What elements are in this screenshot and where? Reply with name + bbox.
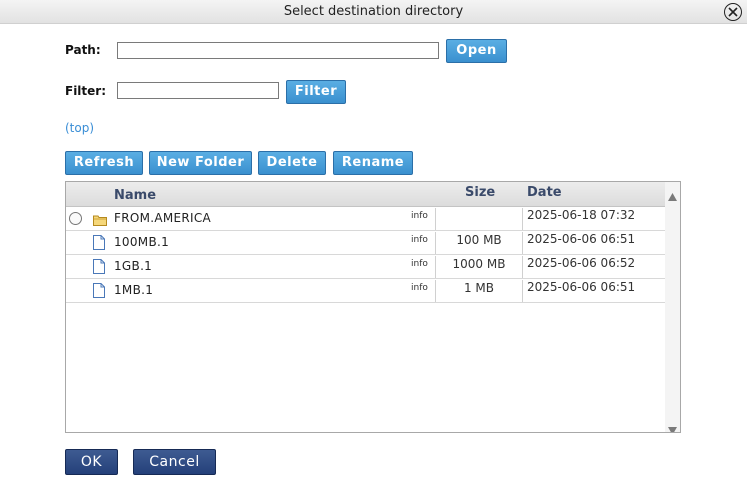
row-info-link[interactable]: info [411,235,428,245]
table-row[interactable]: 1MB.1 info 1 MB 2025-06-06 06:51 [66,279,665,303]
top-link[interactable]: (top) [65,121,94,135]
row-date: 2025-06-18 07:32 [527,208,636,222]
table-row[interactable]: 100MB.1 info 100 MB 2025-06-06 06:51 [66,231,665,255]
column-header-date[interactable]: Date [527,185,562,200]
row-select-radio[interactable] [69,212,82,225]
file-icon [93,235,105,254]
row-date: 2025-06-06 06:52 [527,256,636,270]
filter-input[interactable] [117,82,279,99]
row-date: 2025-06-06 06:51 [527,232,636,246]
ok-button[interactable]: OK [65,449,118,475]
scroll-up-arrow-icon[interactable] [668,186,677,205]
table-row[interactable]: 1GB.1 info 1000 MB 2025-06-06 06:52 [66,255,665,279]
folder-icon [93,211,107,230]
new-folder-button[interactable]: New Folder [149,151,252,175]
rename-button[interactable]: Rename [333,151,413,175]
column-header-name[interactable]: Name [114,188,156,203]
table-header: Name Size Date [66,182,665,207]
file-table: Name Size Date FROM.AMERICA info 2025-06… [65,181,681,433]
filter-button[interactable]: Filter [286,80,346,104]
row-size [435,208,523,230]
close-icon[interactable] [724,3,742,21]
row-info-link[interactable]: info [411,259,428,269]
row-size: 100 MB [435,232,523,254]
column-header-size[interactable]: Size [465,185,495,200]
path-label: Path: [65,43,101,57]
cancel-button[interactable]: Cancel [133,449,216,475]
row-name[interactable]: 1GB.1 [114,259,152,273]
scroll-down-arrow-icon[interactable] [668,420,677,432]
row-size: 1 MB [435,280,523,302]
file-icon [93,283,105,302]
filter-label: Filter: [65,84,107,98]
row-info-link[interactable]: info [411,283,428,293]
delete-button[interactable]: Delete [258,151,326,175]
table-scrollbar[interactable] [665,182,680,432]
table-row[interactable]: FROM.AMERICA info 2025-06-18 07:32 [66,207,665,231]
file-icon [93,259,105,278]
dialog-title: Select destination directory [283,4,464,19]
row-name[interactable]: FROM.AMERICA [114,211,211,225]
refresh-button[interactable]: Refresh [65,151,143,175]
open-button[interactable]: Open [446,39,507,63]
path-input[interactable] [117,42,439,59]
dialog-titlebar: Select destination directory [0,0,747,24]
row-name[interactable]: 100MB.1 [114,235,169,249]
row-size: 1000 MB [435,256,523,278]
row-date: 2025-06-06 06:51 [527,280,636,294]
row-name[interactable]: 1MB.1 [114,283,153,297]
row-info-link[interactable]: info [411,211,428,221]
